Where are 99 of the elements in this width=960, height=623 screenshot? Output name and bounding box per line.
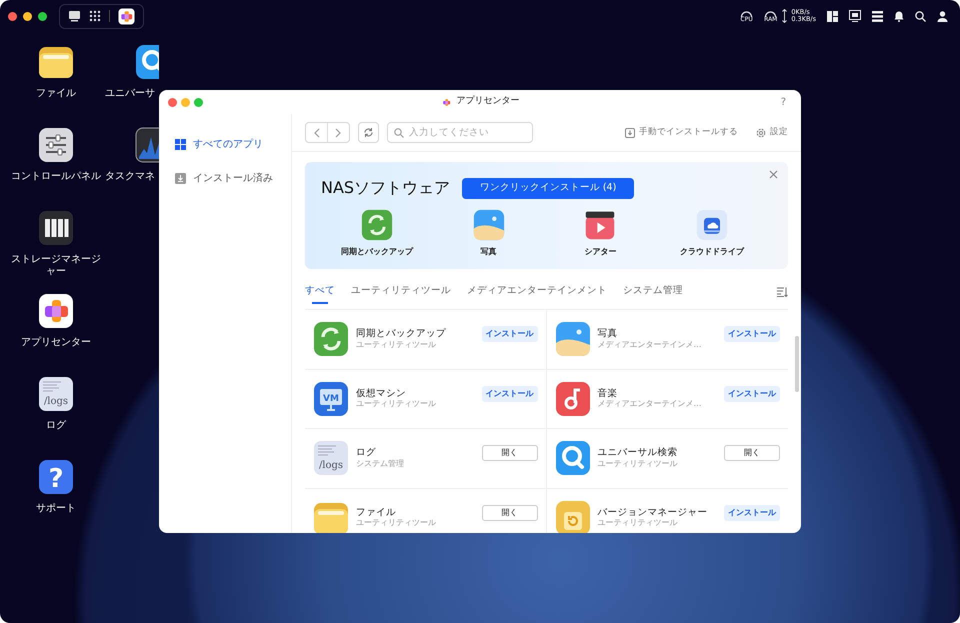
app-name: 写真 [598,328,618,340]
minimize-button[interactable] [23,12,32,20]
sliders-icon[interactable] [38,127,74,163]
install-button[interactable]: インストール [482,326,538,342]
close-button[interactable] [8,12,17,20]
maximize-button[interactable] [38,12,47,20]
bell-icon[interactable] [894,10,904,22]
app-center-icon[interactable] [118,8,135,24]
desktop-icon[interactable] [68,10,81,22]
refresh-button[interactable] [358,122,379,144]
app-category: ユーティリティツール [356,340,437,350]
landscape-icon [554,321,590,358]
gauge-icon [740,9,754,17]
monitor-icon [314,382,348,416]
widgets-icon[interactable] [827,10,838,22]
sync-icon [313,321,349,358]
help-icon[interactable] [39,460,73,494]
app-category: ユーティリティツール [356,399,436,410]
search-icon[interactable] [915,10,926,22]
chart-icon[interactable] [135,127,159,163]
scrollbar-thumb[interactable] [795,336,799,392]
grid-icon [175,138,186,150]
install-button[interactable]: インストール [482,386,538,402]
drive-bays-icon[interactable] [38,210,74,246]
search-field[interactable]: 入力してください [387,122,533,144]
desktop-icon-label[interactable]: サポート [36,503,76,515]
close-icon[interactable] [769,170,778,180]
manual-install-link[interactable]: 手動でインストールする [625,126,738,139]
category-tab[interactable]: ユーティリティツール [351,274,451,304]
app-label: クラウドドライブ [680,246,744,258]
install-button[interactable]: インストール [724,326,780,342]
vm-label: VM [323,394,339,404]
category-tab[interactable]: システム管理 [623,274,683,304]
desktop-icon-label[interactable]: ストレージマネージャー [8,254,104,278]
folder-icon[interactable] [38,44,74,80]
help-button[interactable]: ? [780,94,786,110]
install-button[interactable]: インストール [724,386,780,402]
app-category: メディアエンターテインメ… [598,399,702,410]
desktop-icon-label[interactable]: ファイル [36,88,76,100]
user-icon[interactable] [937,10,948,22]
app-name: 音楽 [598,388,618,400]
close-button[interactable] [168,98,177,107]
app-label: 同期とバックアップ [340,246,413,258]
list-icon[interactable] [872,10,883,22]
app-name: ログ [356,447,377,459]
app-category: ユーティリティツール [598,518,678,529]
app-name: 仮想マシン [356,388,407,400]
app-center-icon [440,96,452,108]
app-category: ユーティリティツール [598,458,678,470]
sync-icon [360,209,393,242]
gauge-icon [764,9,778,17]
refresh-icon [363,127,374,138]
category-tab[interactable]: すべて [305,274,335,304]
magnifier-icon [554,440,590,476]
desktop-icon-label[interactable]: アプリセンター [21,337,91,349]
open-button[interactable]: 開く [482,504,538,521]
resource-monitor-icon[interactable] [849,10,861,22]
sort-icon[interactable] [777,287,788,298]
logs-label: /logs [318,460,344,472]
cloud-drive-icon [696,209,728,242]
app-category: システム管理 [356,458,404,470]
down-arrow-icon [782,16,788,24]
restore-icon [554,500,590,533]
cross-icon[interactable] [38,293,74,329]
document-icon[interactable] [39,377,73,411]
app-category: ユーティリティツール [356,518,436,529]
desktop-icon-label[interactable]: ログ [46,420,66,432]
desktop-icon-label[interactable]: ユニバーサ [105,88,155,100]
open-button[interactable]: 開く [724,445,780,462]
sidebar-item[interactable]: すべてのアプリ [171,130,267,158]
landscape-icon [472,209,505,242]
question-mark: ? [48,464,64,494]
app-label: 写真 [480,246,497,258]
app-name: ファイル [356,506,397,518]
window-title: アプリセンター [456,95,520,108]
open-button[interactable]: 開く [482,445,538,462]
music-note-icon [554,380,590,417]
app-name: 同期とバックアップ [356,328,446,340]
import-icon [625,128,635,138]
app-name: ユニバーサル検索 [598,447,678,459]
settings-link[interactable]: 設定 [756,126,788,139]
app-category: メディアエンターテインメ… [598,340,702,350]
one-click-install-button[interactable]: ワンクリックインストール (4) [462,178,634,199]
app-label: シアター [584,246,616,258]
logs-label: /logs [44,396,68,407]
sidebar-item[interactable]: インストール済み [171,164,277,192]
banner-title: NASソフトウェア [321,177,450,200]
document-icon [314,441,348,476]
desktop-icon-label[interactable]: コントロールパネル [11,171,101,183]
category-tab[interactable]: メディアエンターテインメント [467,274,607,304]
app-grid-icon[interactable] [89,10,101,22]
install-button[interactable]: インストール [724,504,780,521]
desktop-icon-label[interactable]: タスクマネ [105,171,155,183]
download-icon [175,172,186,184]
up-arrow-icon [782,8,788,16]
magnifier-icon[interactable] [135,44,159,80]
app-name: バージョンマネージャー [598,506,708,518]
clapperboard-icon [584,209,616,242]
settings-icon [756,128,766,138]
